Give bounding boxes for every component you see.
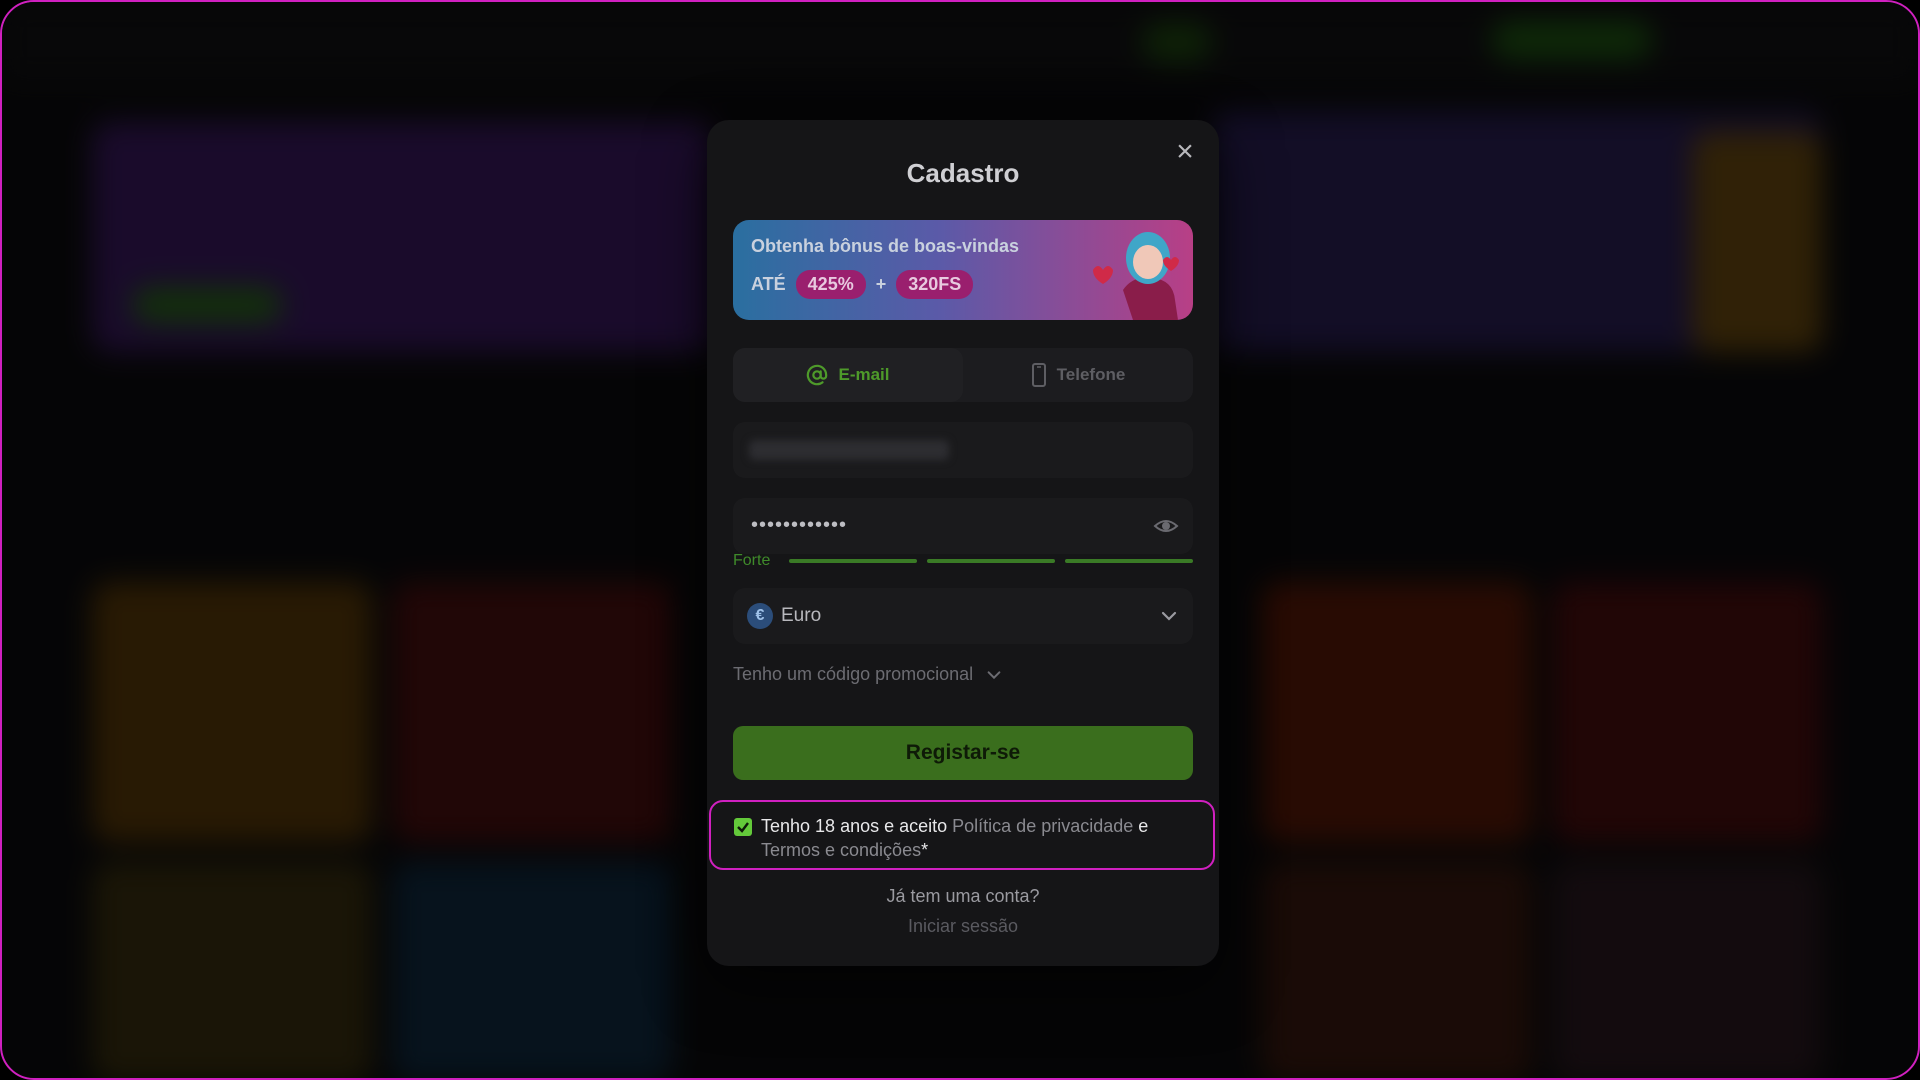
terms-text-start: Tenho 18 anos e aceito [761, 816, 953, 836]
terms-connector: e [1133, 816, 1149, 836]
password-strength-label: Forte [733, 552, 771, 569]
phone-icon [1031, 363, 1046, 387]
banner-plus: + [875, 274, 887, 294]
app-frame: × Cadastro Obtenha bônus de boas-vindas … [0, 0, 1920, 1080]
percent-badge: 425% [795, 270, 866, 299]
free-spins-badge: 320FS [896, 270, 974, 299]
terms-text: Tenho 18 anos e aceito Política de priva… [761, 814, 1201, 862]
tab-email-label: E-mail [838, 365, 890, 384]
password-strength: Forte [733, 552, 1193, 570]
banner-offer: ATÉ 425% + 320FS [751, 270, 974, 299]
banner-prefix: ATÉ [751, 274, 786, 294]
banner-headline: Obtenha bônus de boas-vindas [751, 236, 1020, 256]
terms-required-mark: * [921, 840, 929, 860]
strength-segment [927, 559, 1055, 563]
password-field[interactable]: •••••••••••• [733, 498, 1193, 554]
check-icon [737, 822, 749, 833]
already-account-text: Já tem uma conta? [886, 886, 1040, 906]
register-button[interactable]: Registar-se [733, 726, 1193, 780]
currency-select[interactable]: € Euro [733, 588, 1193, 644]
at-icon [807, 364, 828, 386]
terms-checkbox[interactable] [734, 818, 752, 836]
privacy-policy-link[interactable]: Política de privacidade [952, 816, 1133, 836]
promo-code-label: Tenho um código promocional [733, 664, 974, 684]
strength-segment [1065, 559, 1193, 563]
registration-method-tabs: E-mail Telefone [733, 348, 1193, 402]
terms-conditions-link[interactable]: Termos e condições [761, 840, 921, 860]
eye-icon[interactable] [1153, 514, 1179, 538]
euro-icon: € [747, 603, 773, 629]
strength-segment [789, 559, 917, 563]
promo-code-toggle[interactable]: Tenho um código promocional [733, 664, 1003, 685]
registration-modal: × Cadastro Obtenha bônus de boas-vindas … [707, 120, 1219, 966]
modal-title: Cadastro [906, 158, 1020, 188]
chevron-down-icon [987, 670, 1001, 679]
chevron-down-icon [1161, 611, 1177, 621]
currency-label: Euro [781, 605, 822, 626]
terms-consent: Tenho 18 anos e aceito Política de priva… [709, 800, 1215, 870]
login-link[interactable]: Iniciar sessão [707, 916, 1219, 937]
tab-phone[interactable]: Telefone [963, 348, 1193, 402]
password-value: •••••••••••• [751, 514, 848, 536]
email-field[interactable] [733, 422, 1193, 478]
welcome-bonus-banner[interactable]: Obtenha bônus de boas-vindas ATÉ 425% + … [733, 220, 1193, 320]
mascot-illustration [1093, 232, 1179, 320]
tab-email[interactable]: E-mail [733, 348, 963, 402]
tab-phone-label: Telefone [1056, 365, 1126, 384]
